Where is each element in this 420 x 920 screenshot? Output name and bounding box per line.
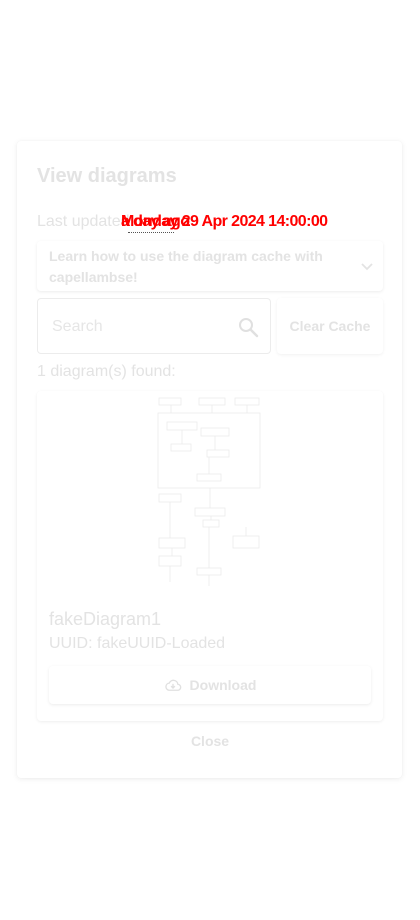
dialog-title: View diagrams: [37, 165, 177, 187]
help-accordion[interactable]: Learn how to use the diagram cache with …: [37, 241, 383, 291]
diagram-uuid: UUID: fakeUUID-Loaded: [49, 635, 226, 652]
help-accordion-label: Learn how to use the diagram cache with …: [49, 248, 323, 285]
timestamp-relative: a day ago: [121, 213, 190, 230]
timestamp-tooltip-underline: [128, 232, 174, 233]
search-icon[interactable]: [236, 315, 260, 339]
clear-cache-button[interactable]: Clear Cache: [277, 298, 383, 354]
download-button[interactable]: Download: [49, 666, 371, 704]
download-button-label: Download: [189, 677, 257, 693]
last-updated-row: Last updated: Monday 29 Apr 2024 14:00:0…: [37, 213, 328, 233]
diagrams-found-count: 1 diagram(s) found:: [37, 363, 176, 380]
diagram-card: fakeDiagram1 UUID: fakeUUID-Loaded Downl…: [37, 391, 383, 721]
view-diagrams-dialog: View diagrams Last updated: Monday 29 Ap…: [17, 141, 402, 778]
last-updated-label: Last updated:: [37, 213, 134, 230]
diagram-thumbnail[interactable]: [157, 396, 263, 588]
search-field[interactable]: [37, 298, 271, 354]
diagram-name: fakeDiagram1: [49, 609, 162, 629]
close-button[interactable]: Close: [177, 729, 243, 753]
chevron-down-icon: [361, 263, 373, 271]
cloud-download-icon: [164, 679, 181, 691]
search-input[interactable]: [52, 317, 222, 337]
